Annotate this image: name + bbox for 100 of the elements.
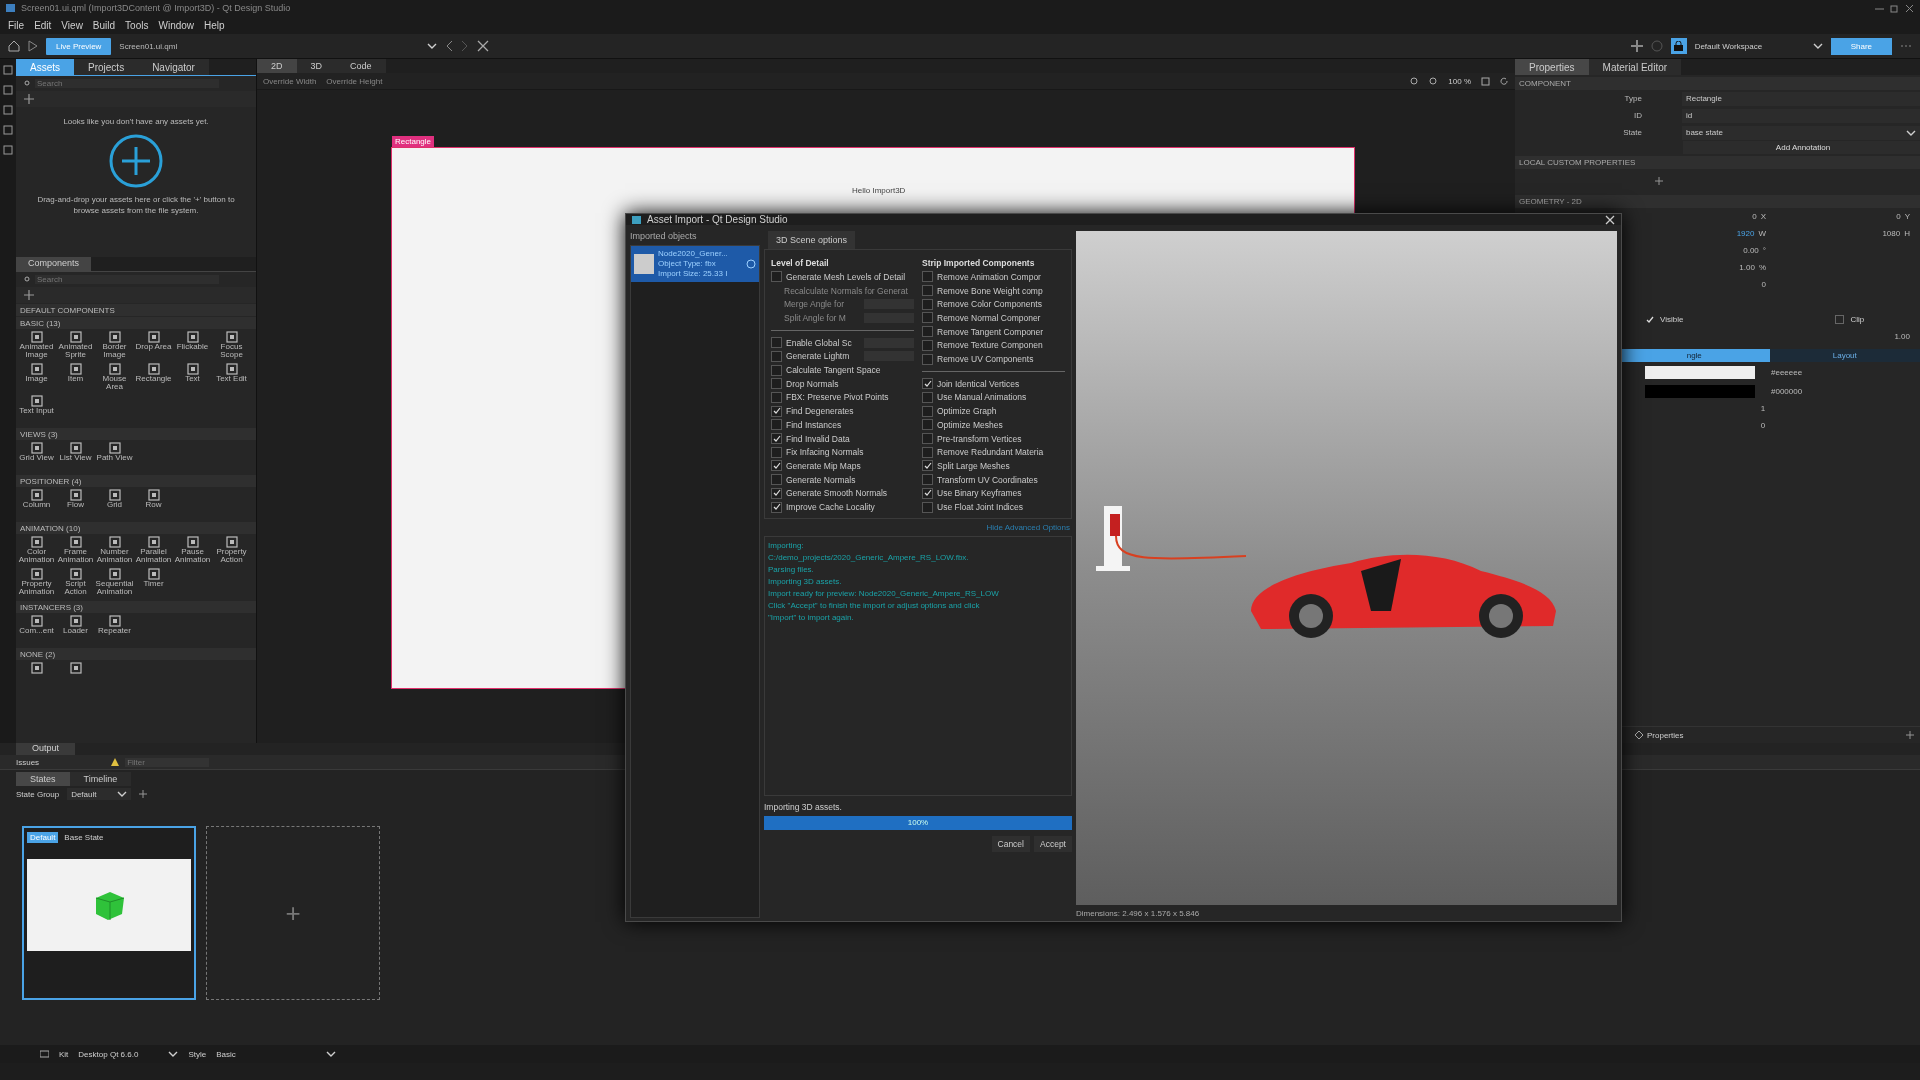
value-field[interactable]: 0 (1643, 417, 1883, 434)
plus-icon[interactable] (138, 790, 147, 798)
color-value[interactable]: #000000 (1761, 387, 1881, 396)
option-checkbox[interactable]: Generate Mesh Levels of Detail (771, 270, 914, 284)
section-header[interactable]: COMPONENT (1515, 77, 1920, 90)
options-tab[interactable]: 3D Scene options (768, 231, 856, 249)
editor-tab[interactable]: 3D (296, 59, 337, 73)
value-field[interactable]: 0 (1626, 280, 1766, 289)
option-checkbox[interactable]: Find Degenerates (771, 404, 914, 419)
add-annotation-button[interactable]: Add Annotation (1683, 141, 1920, 154)
section-header[interactable]: VIEWS (3) (16, 428, 256, 440)
panel-tab[interactable]: Timeline (69, 772, 132, 786)
component-item[interactable]: Rectangle (134, 362, 173, 394)
component-item[interactable]: Flickable (173, 330, 212, 362)
component-item[interactable]: Text (173, 362, 212, 394)
option-checkbox[interactable]: Pre-transform Vertices (922, 431, 1065, 446)
imported-object-item[interactable]: Node2020_Gener... Object Type: fbx Import Size: 25.33 I (631, 246, 759, 282)
plus-icon[interactable] (24, 94, 34, 104)
opacity-field[interactable]: 1.00 (1770, 332, 1910, 341)
panel-tab[interactable]: Components (16, 257, 92, 271)
option-checkbox[interactable]: Improve Cache Locality (771, 500, 914, 514)
home-icon[interactable] (8, 40, 20, 52)
value-field[interactable]: 1920 W (1626, 229, 1766, 238)
section-header[interactable]: LOCAL CUSTOM PROPERTIES (1515, 156, 1920, 169)
option-checkbox[interactable]: Split Large Meshes (922, 459, 1065, 473)
component-item[interactable]: Drop Area (134, 330, 173, 362)
more-icon[interactable] (1900, 44, 1912, 48)
lock-icon[interactable] (1670, 38, 1687, 54)
menu-item[interactable]: Help (204, 19, 225, 31)
component-item[interactable]: Timer (134, 567, 173, 599)
color-swatch[interactable] (1645, 385, 1755, 398)
section-tab[interactable]: Layout (1769, 349, 1920, 362)
component-item[interactable]: Column (17, 488, 56, 520)
component-item[interactable]: Image (17, 362, 56, 394)
panel-tab[interactable]: Navigator (138, 59, 209, 75)
component-item[interactable]: Parallel Animation (134, 535, 173, 567)
component-item[interactable]: Script Action (56, 567, 95, 599)
value-field[interactable]: 0 X (1626, 212, 1766, 221)
section-header[interactable]: BASIC (13) (16, 317, 256, 329)
move-icon[interactable] (1630, 40, 1643, 52)
fit-icon[interactable] (1481, 76, 1490, 86)
value-field[interactable]: 1 (1643, 400, 1883, 417)
option-checkbox[interactable]: Remove Bone Weight comp (922, 283, 1065, 298)
panel-tab[interactable]: Properties (1515, 59, 1589, 75)
monitor-icon[interactable] (40, 1049, 49, 1059)
option-checkbox[interactable]: Optimize Meshes (922, 418, 1065, 432)
component-item[interactable]: Flow (56, 488, 95, 520)
component-item[interactable]: Frame Animation (56, 535, 95, 567)
component-item[interactable]: Border Image (95, 330, 134, 362)
option-checkbox[interactable]: FBX: Preserve Pivot Points (771, 390, 914, 405)
reset-icon[interactable] (1500, 76, 1509, 86)
value-field[interactable]: 1.00 % (1626, 263, 1766, 272)
option-checkbox[interactable]: Drop Normals (771, 376, 914, 391)
style-dropdown[interactable]: Basic (216, 1049, 336, 1059)
editor-tab[interactable]: 2D (257, 59, 297, 73)
component-item[interactable]: Grid View (17, 441, 56, 473)
component-item[interactable]: Grid (95, 488, 134, 520)
panel-tab[interactable]: Material Editor (1588, 59, 1682, 75)
option-checkbox[interactable]: Generate Mip Maps (771, 459, 914, 473)
section-header[interactable]: NONE (2) (16, 648, 256, 660)
option-checkbox[interactable]: Join Identical Vertices (922, 376, 1065, 391)
component-item[interactable]: Number Animation (95, 535, 134, 567)
option-checkbox[interactable]: Remove Animation Compor (922, 270, 1065, 284)
kit-dropdown[interactable]: Desktop Qt 6.6.0 (78, 1049, 179, 1059)
component-item[interactable]: Sequential Animation (95, 567, 134, 599)
state-dropdown[interactable]: base state (1681, 125, 1920, 140)
state-name[interactable]: Base State (64, 832, 104, 842)
document-dropdown[interactable]: Screen01.ui.qml (119, 41, 420, 51)
option-checkbox[interactable]: Generate Normals (771, 472, 914, 487)
component-item[interactable]: Animated Sprite (56, 330, 95, 362)
state-group-dropdown[interactable]: Default (67, 788, 131, 800)
play-icon[interactable] (28, 40, 38, 52)
component-item[interactable]: Repeater (95, 614, 134, 646)
component-item[interactable]: Color Animation (17, 535, 56, 567)
close-icon[interactable] (1905, 3, 1914, 13)
value-field[interactable]: 0 Y (1770, 212, 1910, 221)
component-item[interactable]: Text Edit (212, 362, 251, 394)
component-item[interactable]: Property Animation (17, 567, 56, 599)
component-item[interactable]: Item (56, 362, 95, 394)
component-item[interactable]: Row (134, 488, 173, 520)
menu-item[interactable]: Tools (125, 19, 149, 31)
component-item[interactable]: Path View (95, 441, 134, 473)
add-asset-icon[interactable] (108, 133, 164, 190)
option-checkbox[interactable]: Use Manual Animations (922, 390, 1065, 405)
option-checkbox[interactable]: Generate Smooth Normals (771, 486, 914, 501)
filter-field[interactable]: Filter (125, 757, 210, 767)
option-checkbox[interactable]: Use Float Joint Indices (922, 500, 1065, 514)
option-checkbox[interactable]: Use Binary Keyframes (922, 486, 1065, 501)
component-item[interactable]: Pause Animation (173, 535, 212, 567)
option-checkbox[interactable]: Remove Redundant Materia (922, 445, 1065, 460)
editor-tab[interactable]: Code (336, 59, 386, 73)
search-field[interactable]: Search (35, 79, 219, 88)
add-state-button[interactable]: + (206, 826, 380, 1000)
option-checkbox[interactable]: Transform UV Coordinates (922, 472, 1065, 487)
zoom-level[interactable]: 100 % (1448, 76, 1471, 86)
plus-icon[interactable] (1906, 731, 1914, 739)
option-checkbox[interactable]: Optimize Graph (922, 404, 1065, 419)
option-checkbox[interactable]: Remove Tangent Componer (922, 324, 1065, 339)
section-header[interactable]: POSITIONER (4) (16, 475, 256, 487)
close-icon[interactable] (477, 40, 490, 52)
